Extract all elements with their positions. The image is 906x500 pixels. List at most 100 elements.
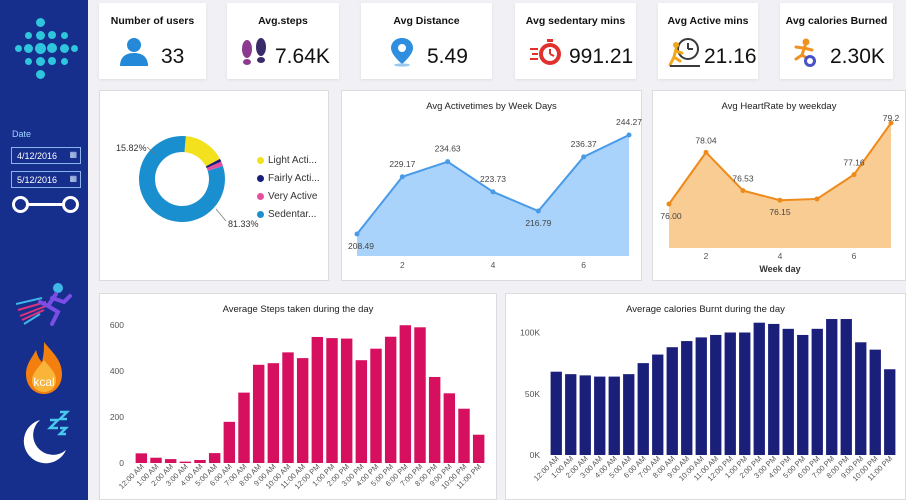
legend-label: Very Active [268,191,318,202]
activetimes-panel: Avg Activetimes by Week Days 208.49 229.1… [341,90,642,281]
x-tick-label: 6 [852,251,857,261]
data-label: 76.53 [732,174,754,184]
bar [724,332,736,455]
y-tick-label: 0K [530,450,541,460]
data-point [445,159,451,165]
kpi-calories-card[interactable]: Avg calories Burned 2.30K [780,3,893,79]
data-label: 76.00 [660,211,682,221]
bar [370,348,382,463]
donut-data-label: 15.82% [116,143,147,153]
activetimes-area-chart: 208.49 229.17 234.63 223.73 216.79 236.37 244.… [348,117,642,270]
donut-data-label: 81.33% [228,219,259,229]
kpi-title: Number of users [110,15,195,27]
bar [550,371,562,455]
data-point [740,188,746,194]
logo-dot [60,57,68,65]
bar [565,374,577,455]
x-tick-label: 2 [704,251,709,261]
end-date-value: 5/12/2016 [17,175,58,185]
kpi-sedentary-card[interactable]: Avg sedentary mins 991.21 [515,3,636,79]
kpi-title: Avg Active mins [667,15,749,27]
bar [472,434,485,463]
bar [608,376,620,455]
date-filter-label: Date [12,129,32,139]
legend-item[interactable]: Sedentar... [257,209,316,220]
date-range-start-handle[interactable] [12,196,29,213]
legend-swatch [257,156,264,164]
calendar-icon[interactable]: ▦ [69,174,77,183]
kpi-value: 991.21 [569,45,634,68]
logo-dot [70,44,78,52]
bar [355,360,368,463]
logo-dot [59,43,69,53]
kpi-active-card[interactable]: Avg Active mins 21.16 [658,3,758,79]
kcal-text: kcal [33,375,54,389]
logo-dot [60,31,68,39]
bar [869,349,881,455]
data-point [851,172,857,178]
legend-swatch [257,210,264,218]
donut-leader-line [215,208,227,222]
bar [443,393,456,463]
legend-swatch [257,174,264,182]
data-label: 78.04 [695,135,717,145]
bar [296,358,309,463]
x-tick-label: 4 [491,260,496,270]
logo-dot [35,30,45,40]
bar [637,363,649,455]
data-label: 229.17 [389,159,415,169]
bar [164,459,177,463]
bar [458,408,470,463]
data-label: 234.63 [435,144,461,154]
calorie-runner-icon [794,38,816,67]
x-axis-label: Week day [759,264,800,274]
bar [252,364,265,463]
x-tick-label: 2 [400,260,405,270]
start-date-value: 4/12/2016 [17,151,58,161]
date-range-end-handle[interactable] [62,196,79,213]
y-tick-label: 600 [110,320,124,330]
data-point [666,201,672,207]
logo-dot [47,43,57,53]
kpi-steps-card[interactable]: Avg.steps 7.64K [227,3,339,79]
kpi-users-card[interactable]: Number of users 33 [99,3,206,79]
bar [282,352,294,463]
kpi-value: 5.49 [427,45,468,68]
data-point [490,189,496,195]
logo-dot [23,43,33,53]
bar [326,338,338,463]
y-tick-label: 400 [110,366,124,376]
data-point [535,208,541,214]
calendar-icon[interactable]: ▦ [69,150,77,159]
logo-dot [24,57,32,65]
data-point [581,154,587,160]
legend-item[interactable]: Fairly Acti... [257,173,320,184]
activity-donut-chart: 15.82% 81.33% [116,136,259,229]
y-tick-label: 0 [119,458,124,468]
logo-dot [35,17,45,27]
kpi-distance-card[interactable]: Avg Distance 5.49 [361,3,492,79]
x-tick-label: 6 [581,260,586,270]
bar [695,337,707,455]
data-point [626,132,632,138]
legend-item[interactable]: Very Active [257,191,317,202]
data-point [399,174,405,180]
bar [150,457,162,463]
start-date-input[interactable]: 4/12/2016 ▦ [11,147,81,164]
footsteps-icon [242,38,266,65]
legend-item[interactable]: Light Acti... [257,155,317,166]
bar [739,332,751,455]
kpi-value: 7.64K [275,45,330,68]
data-point [777,197,783,203]
kpi-title: Avg calories Burned [785,15,888,27]
end-date-input[interactable]: 5/12/2016 ▦ [11,171,81,188]
bar [710,334,722,455]
data-label: 76.15 [769,207,791,217]
data-label: 77.16 [843,158,865,168]
activity-donut-panel: 15.82% 81.33% Light Acti... Fairly Acti...… [99,90,329,281]
bar [579,375,591,455]
bar [208,453,221,463]
bar [826,319,838,455]
runner-clock-icon [668,38,700,67]
logo-dot [14,44,22,52]
